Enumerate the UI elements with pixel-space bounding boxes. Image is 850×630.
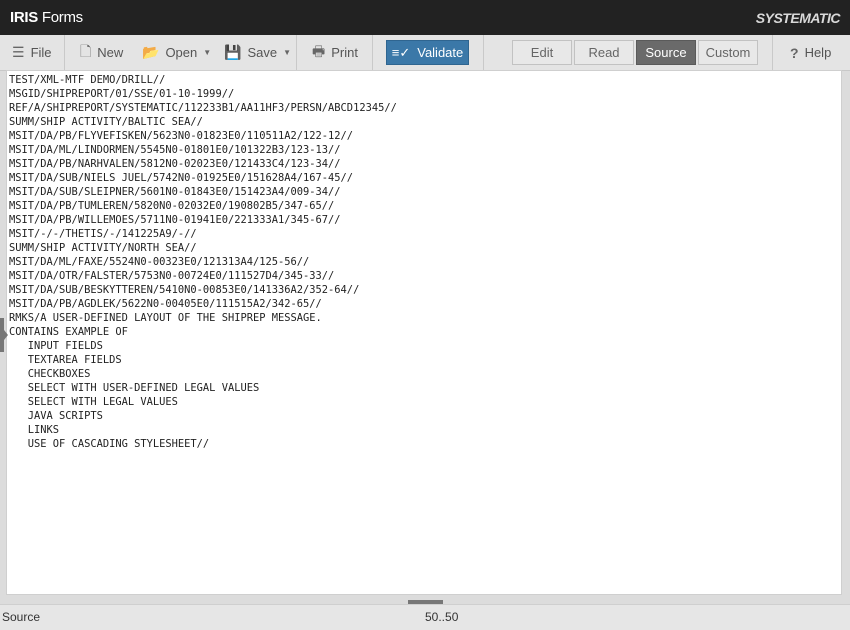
source-line: RMKS/A USER-DEFINED LAYOUT OF THE SHIPRE… [9, 312, 322, 324]
folder-icon: 📂 [142, 44, 160, 60]
source-line: USE OF CASCADING STYLESHEET// [9, 438, 210, 450]
source-line: TEXTAREA FIELDS [9, 354, 122, 366]
new-button[interactable]: 🗋 New [80, 35, 123, 70]
status-bar: Source 50..50 [0, 604, 850, 630]
status-mode: Source [2, 610, 41, 624]
source-mode-button[interactable]: Source [636, 40, 696, 65]
source-line: MSIT/DA/ML/FAXE/5524N0-00323E0/121313A4/… [9, 256, 310, 268]
edit-mode-button[interactable]: Edit [512, 40, 572, 65]
title-bar: IRIS Forms SYSTEMATIC [0, 0, 850, 35]
source-line: TEST/XML-MTF DEMO/DRILL// [9, 74, 166, 86]
source-editor[interactable]: TEST/XML-MTF DEMO/DRILL// MSGID/SHIPREPO… [6, 70, 842, 595]
source-line: LINKS [9, 424, 60, 436]
toolbar: ☰ File 🗋 New 📂 Open ▼ 💾 Save ▼ 🖶 Print ≡✓ Valida… [0, 35, 850, 71]
source-line: SUMM/SHIP ACTIVITY/NORTH SEA// [9, 242, 197, 254]
read-mode-button[interactable]: Read [574, 40, 634, 65]
source-line: MSIT/DA/SUB/BESKYTTEREN/5410N0-00853E0/1… [9, 284, 360, 296]
source-line: MSIT/DA/PB/WILLEMOES/5711N0-01941E0/2213… [9, 214, 341, 226]
source-line: MSIT/DA/SUB/NIELS JUEL/5742N0-01925E0/15… [9, 172, 354, 184]
menu-icon: ☰ [12, 44, 25, 60]
custom-mode-button[interactable]: Custom [698, 40, 758, 65]
source-text[interactable]: TEST/XML-MTF DEMO/DRILL// MSGID/SHIPREPO… [9, 73, 397, 451]
source-line: MSIT/DA/PB/TUMLEREN/5820N0-02032E0/19080… [9, 200, 335, 212]
source-line: MSIT/DA/PB/AGDLEK/5622N0-00405E0/111515A… [9, 298, 322, 310]
printer-icon: 🖶 [312, 42, 326, 59]
source-line: MSIT/DA/SUB/SLEIPNER/5601N0-01843E0/1514… [9, 186, 341, 198]
source-line: SUMM/SHIP ACTIVITY/BALTIC SEA// [9, 116, 203, 128]
save-button[interactable]: 💾 Save ▼ [224, 35, 291, 70]
left-panel-toggle[interactable] [0, 318, 8, 352]
source-line: MSIT/DA/PB/NARHVALEN/5812N0-02023E0/1214… [9, 158, 341, 170]
source-line: JAVA SCRIPTS [9, 410, 103, 422]
save-icon: 💾 [224, 44, 242, 60]
source-line: MSIT/DA/OTR/FALSTER/5753N0-00724E0/11152… [9, 270, 335, 282]
source-line: MSIT/DA/ML/LINDORMEN/5545N0-01801E0/1013… [9, 144, 341, 156]
source-line: CHECKBOXES [9, 368, 91, 380]
new-document-icon: 🗋 [80, 42, 92, 59]
source-line: MSIT/-/-/THETIS/-/141225A9/-// [9, 228, 197, 240]
source-line: MSGID/SHIPREPORT/01/SSE/01-10-1999// [9, 88, 235, 100]
vendor-logo: SYSTEMATIC [755, 10, 841, 26]
chevron-down-icon: ▼ [203, 48, 212, 57]
validate-button[interactable]: ≡✓ Validate [386, 40, 469, 65]
source-line: MSIT/DA/PB/FLYVEFISKEN/5623N0-01823E0/11… [9, 130, 354, 142]
source-line: REF/A/SHIPREPORT/SYSTEMATIC/112233B1/AA1… [9, 102, 397, 114]
help-button[interactable]: ? Help [790, 35, 831, 70]
app-logo: IRIS Forms [10, 9, 83, 26]
source-line: CONTAINS EXAMPLE OF [9, 326, 128, 338]
print-button[interactable]: 🖶 Print [312, 35, 358, 70]
file-menu-button[interactable]: ☰ File [12, 35, 52, 70]
source-line: SELECT WITH USER-DEFINED LEGAL VALUES [9, 382, 260, 394]
open-button[interactable]: 📂 Open ▼ [142, 35, 211, 70]
source-line: INPUT FIELDS [9, 340, 103, 352]
help-icon: ? [790, 44, 799, 61]
chevron-down-icon: ▼ [283, 48, 291, 57]
source-line: SELECT WITH LEGAL VALUES [9, 396, 178, 408]
checklist-icon: ≡✓ [391, 44, 411, 60]
cursor-position: 50..50 [425, 610, 459, 624]
